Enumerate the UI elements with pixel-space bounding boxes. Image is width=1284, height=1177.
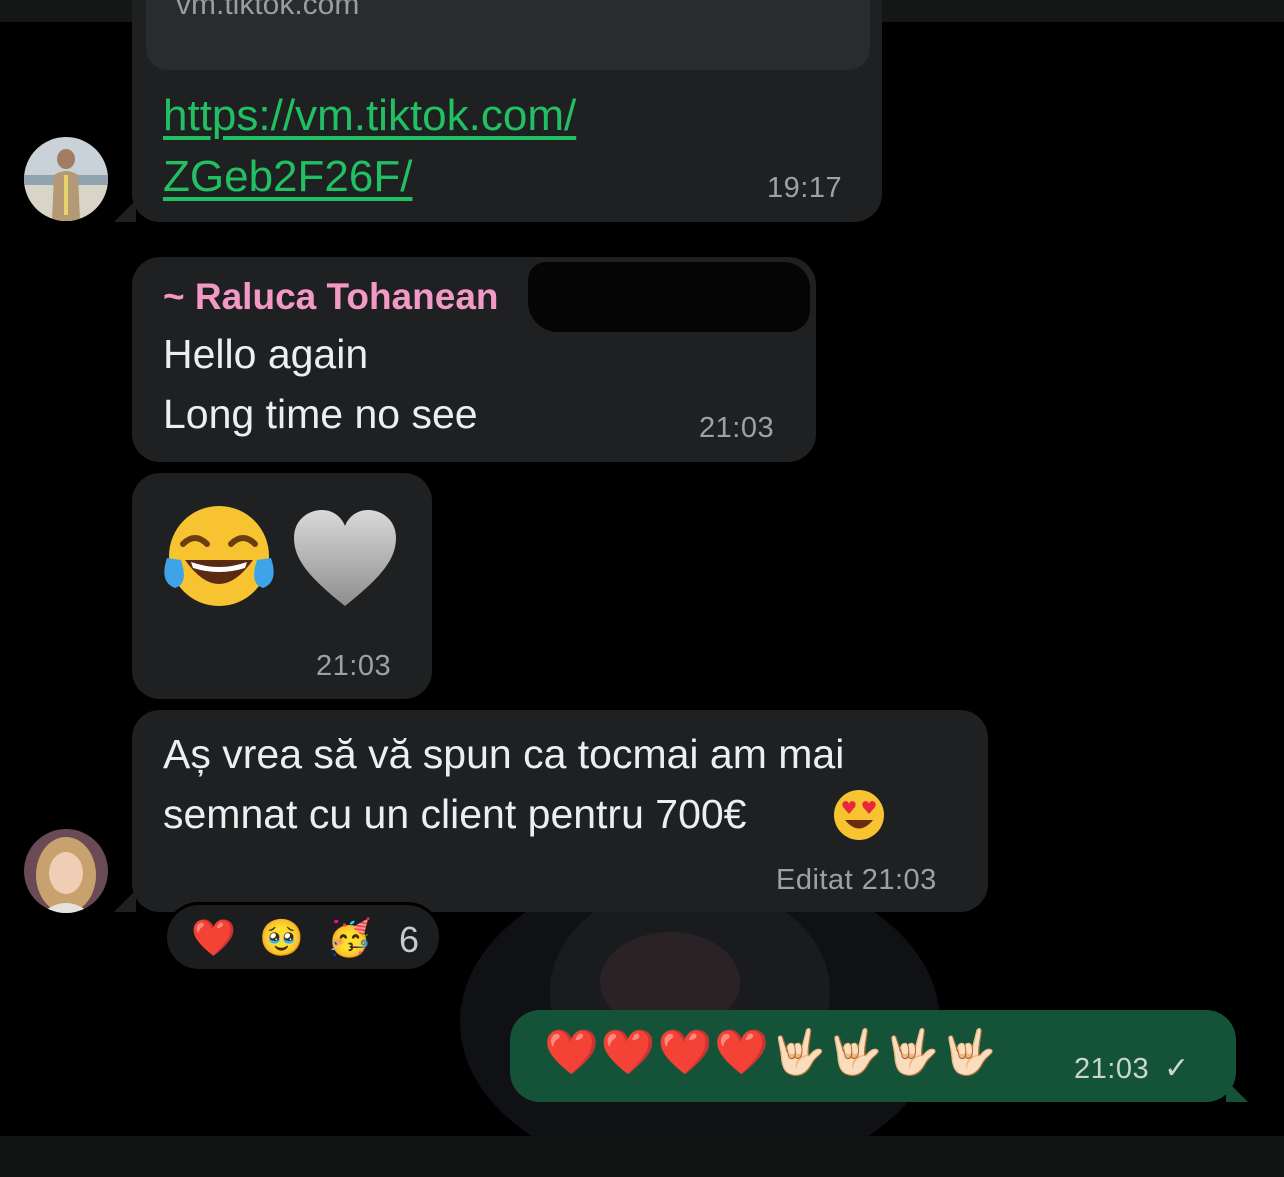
grey-heart-icon xyxy=(290,506,400,615)
profile-photo-woman-icon xyxy=(24,829,108,913)
avatar[interactable] xyxy=(24,829,108,913)
message-line: Hello again xyxy=(163,331,369,377)
reaction-count: 6 xyxy=(399,919,420,960)
bottom-bar xyxy=(0,1136,1284,1177)
link-url-line1[interactable]: https://vm.tiktok.com/ xyxy=(163,85,576,147)
outgoing-emojis: ❤️❤️❤️❤️🤟🏻🤟🏻🤟🏻🤟🏻 xyxy=(544,1028,999,1077)
sender-name[interactable]: ~ Raluca Tohanean xyxy=(163,276,499,318)
reaction-pleading-icon: 🥹 xyxy=(259,917,304,958)
profile-photo-man-icon xyxy=(24,137,108,221)
link-url-line2[interactable]: ZGeb2F26F/ xyxy=(163,146,412,208)
tears-of-joy-icon xyxy=(163,504,275,615)
reaction-party-icon: 🥳 xyxy=(327,917,372,958)
bubble-tail xyxy=(114,890,136,912)
redacted-phone xyxy=(528,262,810,332)
bubble-tail xyxy=(114,200,136,222)
message-time: 21:03 xyxy=(316,650,392,682)
reaction-heart-icon: ❤️ xyxy=(191,917,236,958)
link-preview-card[interactable]: vm.tiktok.com xyxy=(146,0,870,70)
reactions-pill[interactable]: ❤️ 🥹 🥳 6 xyxy=(164,902,442,972)
message-time: 21:03 xyxy=(1074,1053,1150,1085)
message-time: 21:03 xyxy=(699,412,775,444)
message-line: Aș vrea să vă spun ca tocmai am mai xyxy=(163,731,845,777)
message-line: Long time no see xyxy=(163,391,478,437)
message-time: 19:17 xyxy=(767,172,843,204)
avatar[interactable] xyxy=(24,137,108,221)
sent-check-icon: ✓ xyxy=(1164,1052,1190,1085)
bubble-tail xyxy=(1226,1080,1248,1102)
heart-eyes-icon xyxy=(832,789,886,846)
edited-time: Editat 21:03 xyxy=(776,864,937,896)
link-preview-domain: vm.tiktok.com xyxy=(176,0,360,21)
message-line: semnat cu un client pentru 700€ xyxy=(163,791,747,837)
